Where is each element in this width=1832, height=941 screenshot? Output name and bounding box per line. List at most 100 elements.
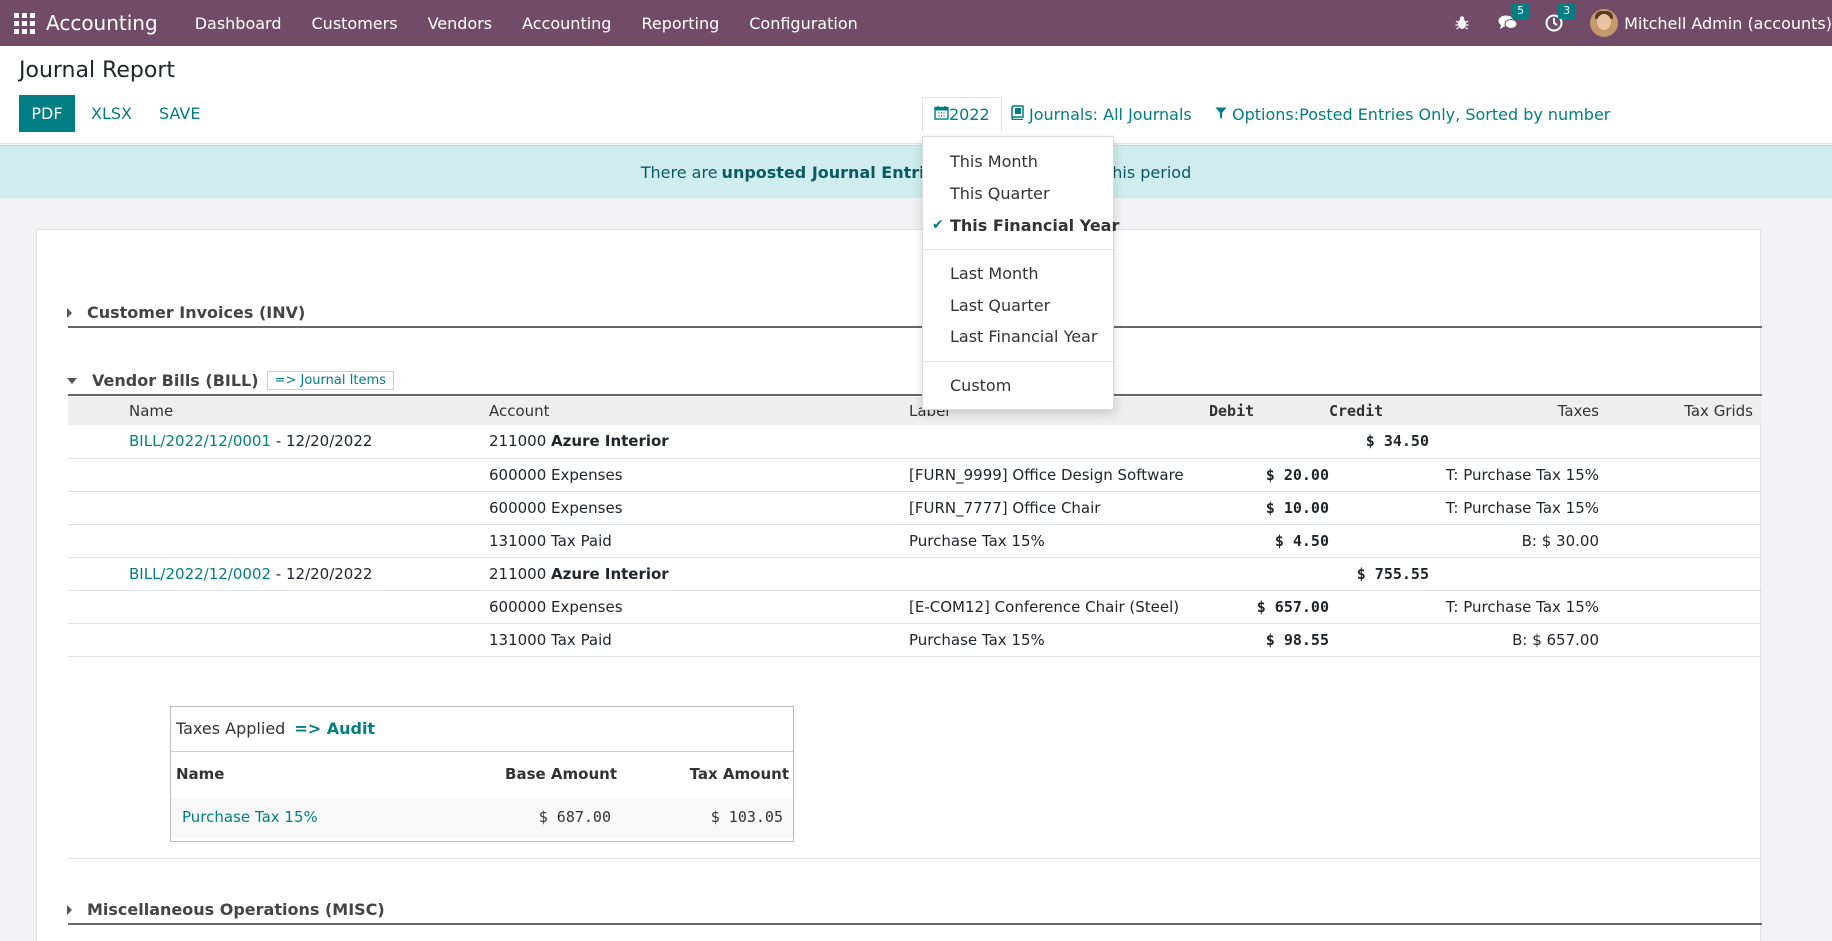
activities-clock-icon[interactable]: 3 [1544, 3, 1576, 33]
cell-debit: $ 20.00 [1209, 458, 1329, 492]
messages-badge: 5 [1512, 3, 1530, 19]
messages-icon[interactable]: 5 [1498, 3, 1530, 33]
col-name: Name [129, 397, 489, 425]
pdf-button[interactable]: PDF [19, 95, 75, 132]
section-misc-title: Miscellaneous Operations (MISC) [87, 900, 385, 919]
cell-taxes [1429, 557, 1599, 591]
journals-filter-label: Journals: All Journals [1029, 104, 1192, 124]
cell-tax-grids [1599, 590, 1762, 624]
caret-right-icon[interactable] [67, 307, 72, 318]
tax-row-amount: $ 103.05 [710, 808, 783, 826]
audit-link[interactable]: => Audit [294, 719, 375, 738]
dd-this-financial-year[interactable]: This Financial Year [950, 216, 1119, 235]
move-link[interactable]: BILL/2022/12/0002 [129, 565, 271, 583]
tax-row-name[interactable]: Purchase Tax 15% [182, 808, 318, 826]
apps-menu-icon[interactable] [12, 11, 36, 35]
cell-credit: $ 34.50 [1329, 425, 1429, 459]
section-misc[interactable]: Miscellaneous Operations (MISC) [67, 900, 385, 919]
cell-credit [1329, 524, 1429, 558]
caret-down-icon[interactable] [67, 377, 77, 384]
cell-account: 600000 Expenses [489, 491, 909, 525]
cell-label [909, 557, 1209, 591]
menu-dashboard[interactable]: Dashboard [180, 14, 297, 33]
section-bill[interactable]: Vendor Bills (BILL) => Journal Items [67, 371, 394, 390]
dd-this-month[interactable]: This Month [950, 152, 1038, 171]
user-menu[interactable]: Mitchell Admin (accounts) [1590, 9, 1832, 37]
section-inv[interactable]: Customer Invoices (INV) [67, 303, 305, 322]
table-row: 131000 Tax Paid Purchase Tax 15% $ 4.50 B: … [68, 524, 1762, 558]
tax-col-tax: Tax Amount [689, 765, 789, 783]
journals-filter-button[interactable]: Journals: All Journals [1011, 97, 1192, 131]
cell-taxes: B: $ 30.00 [1429, 524, 1599, 558]
cell-debit: $ 10.00 [1209, 491, 1329, 525]
table-row: 131000 Tax Paid Purchase Tax 15% $ 98.55 B:… [68, 623, 1762, 657]
dd-last-month[interactable]: Last Month [950, 264, 1039, 283]
cell-move [129, 623, 489, 657]
cell-credit [1329, 623, 1429, 657]
date-filter-dropdown: This Month This Quarter ✔ This Financial… [922, 136, 1119, 410]
page-title: Journal Report [19, 58, 176, 83]
date-filter-button[interactable]: 2022 [922, 97, 1002, 131]
divider [923, 249, 1113, 250]
cell-label: Purchase Tax 15% [909, 623, 1209, 657]
account-code: 600000 [489, 498, 547, 517]
checkmark-icon: ✔ [932, 217, 944, 233]
account-name: Expenses [551, 498, 623, 517]
bug-icon[interactable] [1452, 13, 1472, 33]
menu-accounting[interactable]: Accounting [507, 14, 626, 33]
calendar-icon [934, 105, 949, 124]
cell-tax-grids [1599, 623, 1762, 657]
tax-col-name: Name [176, 765, 225, 783]
table-row: 600000 Expenses [FURN_7777] Office Chair $… [68, 491, 1762, 525]
cell-debit: $ 657.00 [1209, 590, 1329, 624]
cell-debit [1209, 557, 1329, 591]
dd-this-quarter[interactable]: This Quarter [950, 184, 1050, 203]
unposted-entries-link[interactable]: unposted Journal Entries [722, 163, 945, 182]
cell-account: 131000 Tax Paid [489, 623, 909, 657]
save-button[interactable]: SAVE [159, 95, 200, 132]
xlsx-button[interactable]: XLSX [91, 95, 132, 132]
dd-last-financial-year[interactable]: Last Financial Year [950, 327, 1097, 346]
cell-credit: $ 755.55 [1329, 557, 1429, 591]
caret-right-icon[interactable] [67, 904, 72, 915]
dd-custom[interactable]: Custom [950, 376, 1011, 395]
table-row: 600000 Expenses [E-COM12] Conference Chai… [68, 590, 1762, 624]
alert-text-prefix: There are [640, 162, 718, 182]
cell-taxes [1429, 425, 1599, 459]
cell-move [129, 590, 489, 624]
journal-items-button[interactable]: => Journal Items [266, 371, 394, 390]
taxes-applied-label: Taxes Applied [176, 719, 286, 738]
col-tax-grids: Tax Grids [1599, 397, 1762, 425]
divider [171, 751, 793, 752]
cell-account: 600000 Expenses [489, 458, 909, 492]
app-brand[interactable]: Accounting [46, 11, 158, 35]
systray: 5 3 Mitchell Admin (accounts) [1452, 0, 1832, 46]
dd-last-quarter[interactable]: Last Quarter [950, 296, 1050, 315]
cell-taxes: B: $ 657.00 [1429, 623, 1599, 657]
cell-tax-grids [1599, 557, 1762, 591]
account-name: Tax Paid [551, 630, 612, 649]
cell-debit [1209, 425, 1329, 459]
cell-debit: $ 4.50 [1209, 524, 1329, 558]
report-sheet: Customer Invoices (INV) Vendor Bills (BI… [36, 229, 1762, 941]
table-row: BILL/2022/12/0001 - 12/20/2022 211000 Azu… [68, 425, 1762, 459]
move-link[interactable]: BILL/2022/12/0001 [129, 432, 271, 450]
account-code: 211000 [489, 432, 547, 451]
cell-label: [FURN_9999] Office Design Software [909, 458, 1209, 492]
control-panel: Journal Report PDF XLSX SAVE 2022 Journa… [0, 46, 1832, 144]
menu-customers[interactable]: Customers [297, 14, 413, 33]
cell-move: BILL/2022/12/0002 - 12/20/2022 [129, 557, 489, 591]
taxes-applied-title: Taxes Applied => Audit [176, 719, 375, 738]
options-filter-button[interactable]: Options:Posted Entries Only, Sorted by n… [1215, 97, 1610, 131]
cell-credit [1329, 458, 1429, 492]
account-code: 131000 [489, 630, 547, 649]
menu-vendors[interactable]: Vendors [413, 14, 508, 33]
unposted-entries-alert: There are unposted Journal Entries prior… [0, 145, 1832, 198]
account-name: Tax Paid [551, 531, 612, 550]
menu-reporting[interactable]: Reporting [626, 14, 734, 33]
options-filter-label: Options:Posted Entries Only, Sorted by n… [1232, 104, 1611, 124]
avatar [1590, 9, 1619, 37]
menu-configuration[interactable]: Configuration [734, 14, 873, 33]
move-date: - 12/20/2022 [271, 564, 373, 583]
date-filter-label: 2022 [949, 105, 990, 124]
